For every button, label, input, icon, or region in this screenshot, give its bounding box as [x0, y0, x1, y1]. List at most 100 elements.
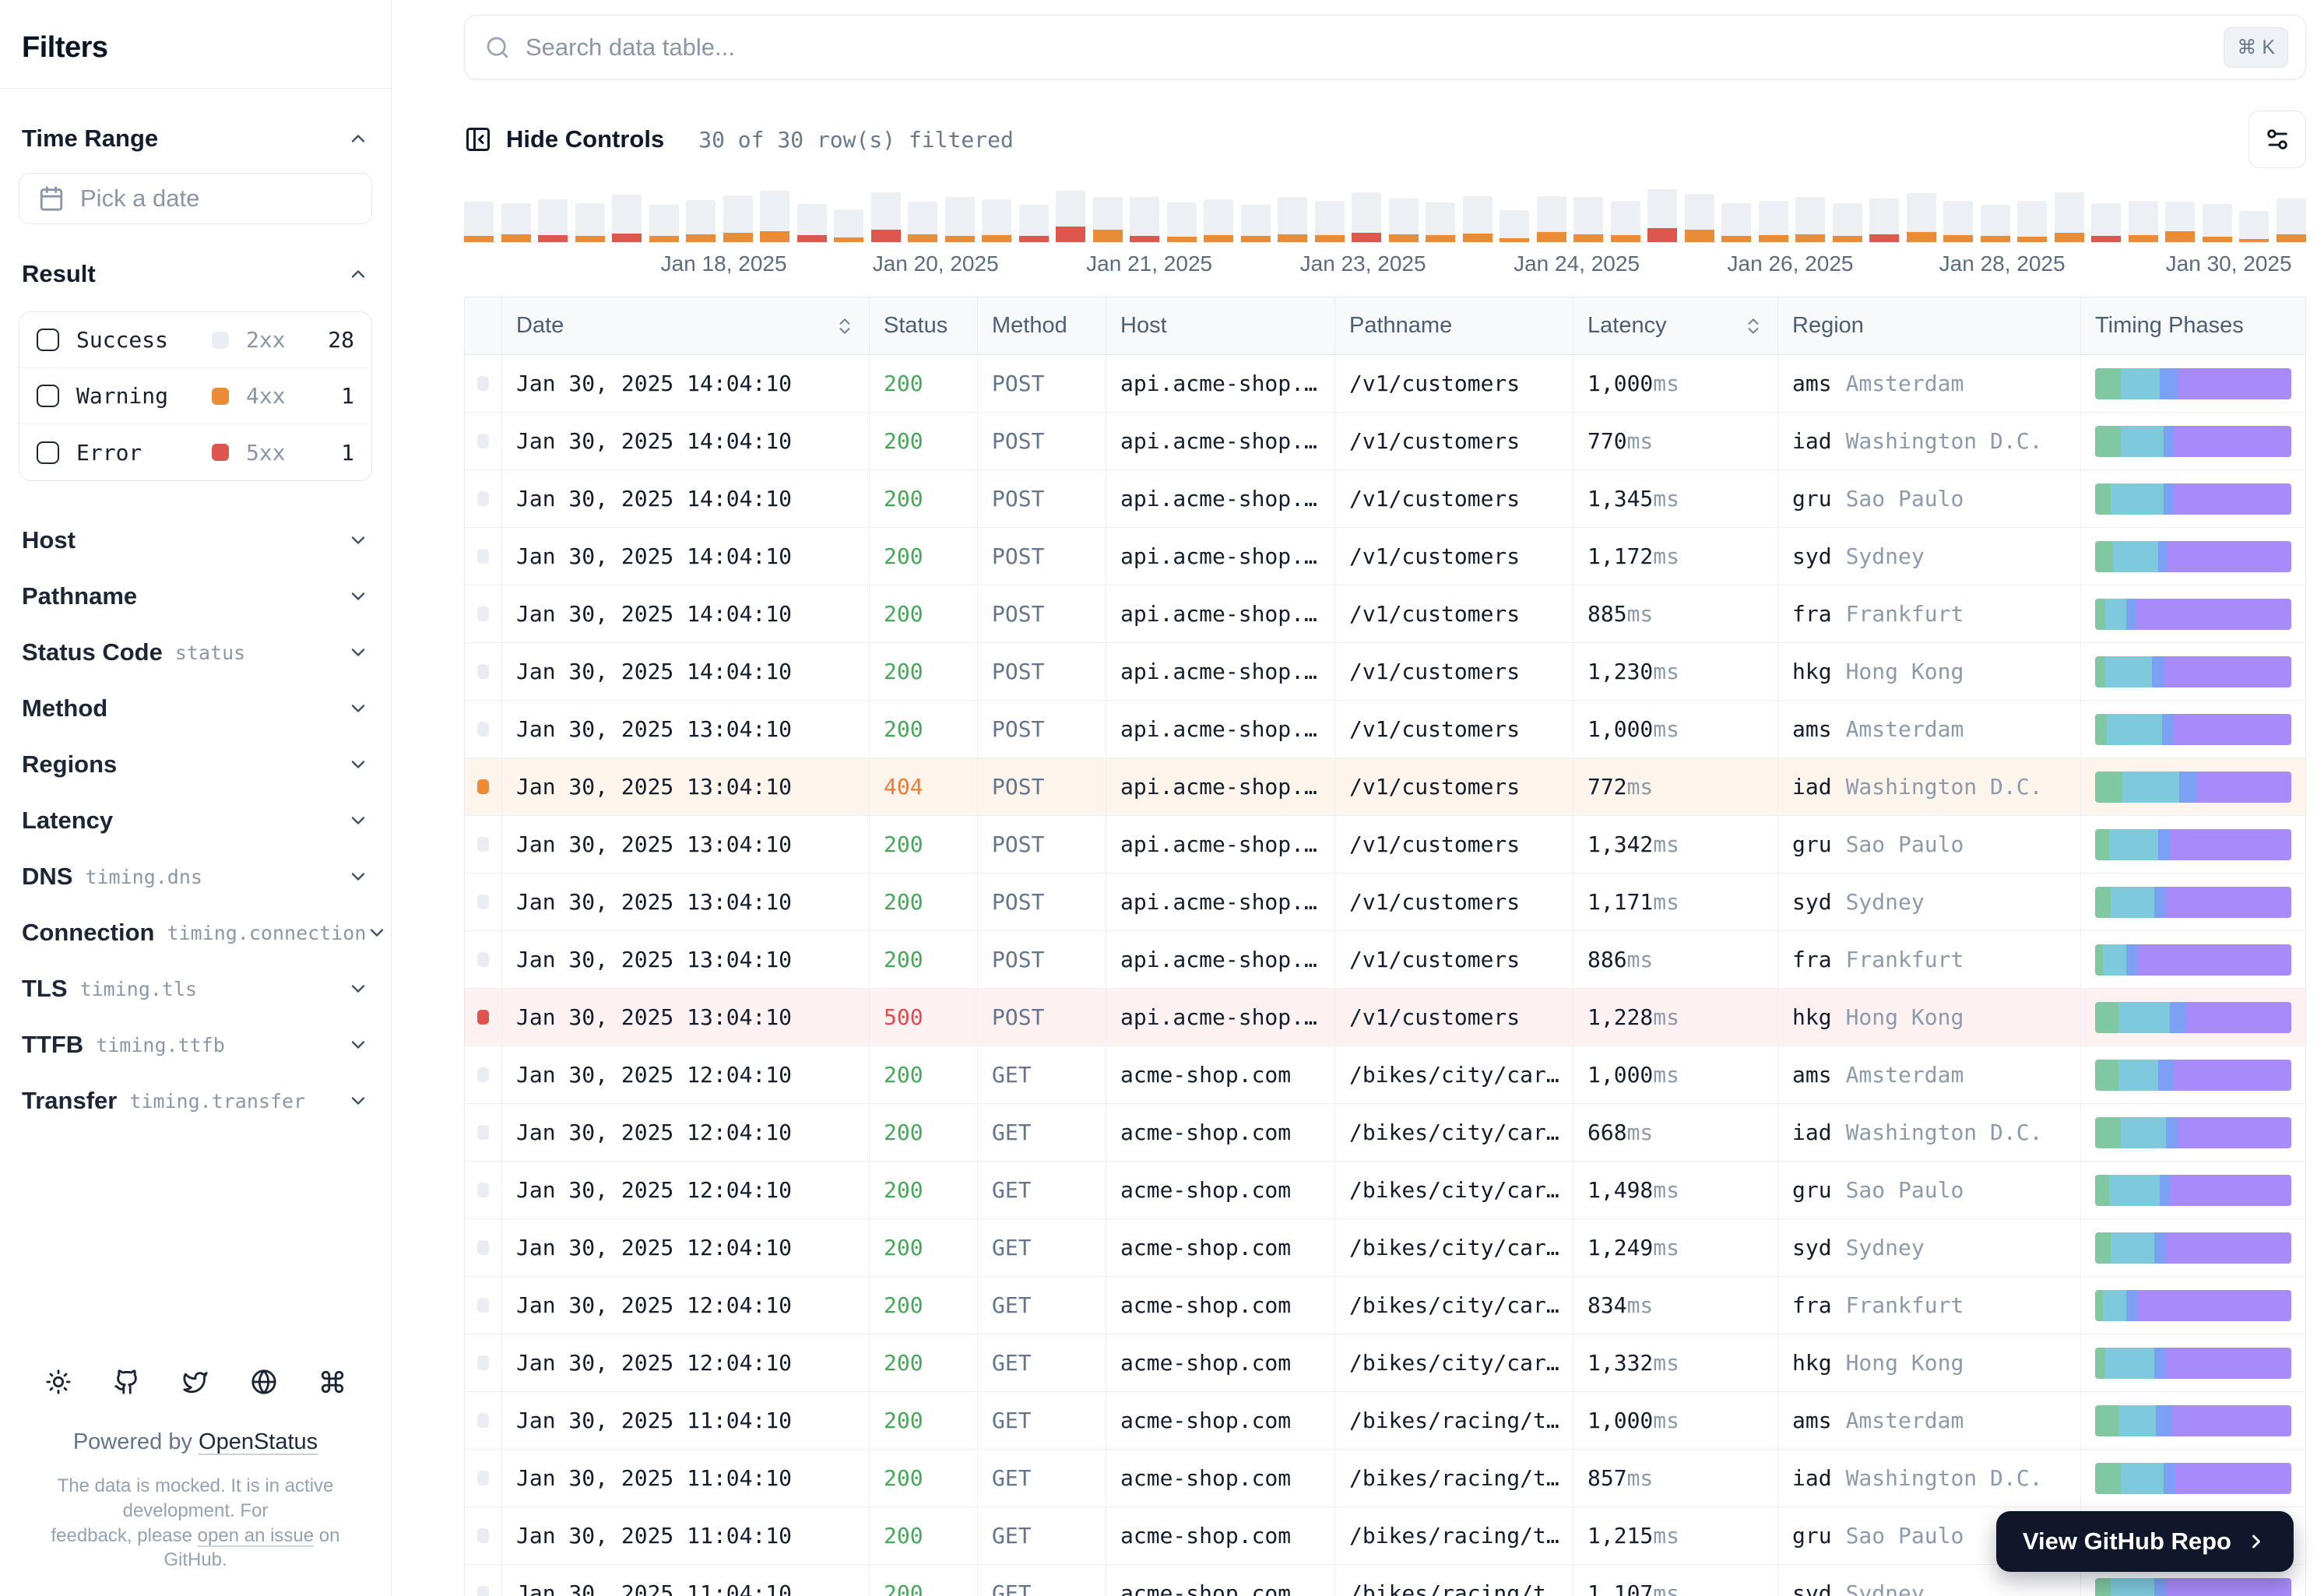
timeline-bar[interactable]	[1462, 196, 1493, 242]
row-status-indicator[interactable]	[477, 1471, 489, 1485]
row-status-indicator[interactable]	[477, 1355, 489, 1370]
timeline-bar[interactable]	[686, 200, 715, 242]
timeline-bar[interactable]	[501, 203, 531, 242]
row-select-cell[interactable]	[465, 528, 502, 585]
hide-controls-button[interactable]: Hide Controls	[464, 125, 664, 153]
row-select-cell[interactable]	[465, 1277, 502, 1334]
command-icon[interactable]	[319, 1369, 346, 1395]
filter-section-latency[interactable]: Latency	[19, 793, 372, 849]
timeline-bar[interactable]	[1056, 191, 1085, 242]
timeline-bar[interactable]	[1906, 193, 1936, 242]
row-select-cell[interactable]	[465, 1219, 502, 1276]
table-row[interactable]: Jan 30, 2025 12:04:10 200 GET acme-shop.com…	[465, 1219, 2305, 1277]
row-select-cell[interactable]	[465, 874, 502, 930]
row-select-cell[interactable]	[465, 585, 502, 642]
timeline-bar[interactable]	[908, 202, 937, 242]
table-row[interactable]: Jan 30, 2025 12:04:10 200 GET acme-shop.com…	[465, 1277, 2305, 1334]
timeline-bar[interactable]	[1166, 202, 1197, 242]
github-icon[interactable]	[114, 1369, 140, 1395]
row-status-indicator[interactable]	[477, 1413, 489, 1428]
table-row[interactable]: Jan 30, 2025 12:04:10 200 GET acme-shop.com…	[465, 1104, 2305, 1162]
timeline-bar[interactable]	[612, 195, 642, 242]
checkbox[interactable]	[37, 441, 59, 464]
row-status-indicator[interactable]	[477, 606, 489, 621]
table-row[interactable]: Jan 30, 2025 11:04:10 200 GET acme-shop.com…	[465, 1392, 2305, 1450]
timeline-bar[interactable]	[834, 209, 863, 242]
row-select-cell[interactable]	[465, 1507, 502, 1564]
timeline-bar[interactable]	[1943, 201, 1973, 242]
timeline-bar[interactable]	[1204, 199, 1233, 242]
row-status-indicator[interactable]	[477, 1183, 489, 1197]
filter-section-ttfb[interactable]: TTFB timing.ttfb	[19, 1017, 372, 1073]
timeline-bar[interactable]	[1314, 201, 1345, 242]
table-row[interactable]: Jan 30, 2025 14:04:10 200 POST api.acme-sho…	[465, 470, 2305, 528]
row-select-cell[interactable]	[465, 989, 502, 1046]
table-row[interactable]: Jan 30, 2025 14:04:10 200 POST api.acme-sho…	[465, 585, 2305, 643]
timeline-bar[interactable]	[944, 197, 975, 242]
timeline-bar[interactable]	[1130, 197, 1159, 242]
timeline-bar[interactable]	[1684, 194, 1714, 242]
openstatus-link[interactable]: OpenStatus	[199, 1429, 318, 1454]
filter-section-tls[interactable]: TLS timing.tls	[19, 961, 372, 1017]
twitter-icon[interactable]	[182, 1369, 209, 1395]
globe-icon[interactable]	[251, 1369, 277, 1395]
row-status-indicator[interactable]	[477, 664, 489, 679]
timeline-bar[interactable]	[1092, 197, 1123, 242]
result-option-error[interactable]: Error 5xx 1	[19, 424, 371, 480]
row-select-cell[interactable]	[465, 413, 502, 469]
filter-section-method[interactable]: Method	[19, 680, 372, 736]
row-status-indicator[interactable]	[477, 1010, 489, 1025]
row-status-indicator[interactable]	[477, 779, 489, 794]
view-settings-button[interactable]	[2248, 111, 2306, 168]
timeline-bar[interactable]	[1536, 196, 1566, 242]
checkbox[interactable]	[37, 329, 59, 351]
date-picker-input[interactable]: Pick a date	[19, 173, 372, 224]
filter-section-regions[interactable]: Regions	[19, 736, 372, 793]
row-status-indicator[interactable]	[477, 549, 489, 564]
timeline-bar[interactable]	[723, 195, 753, 242]
row-status-indicator[interactable]	[477, 434, 489, 448]
timeline-bar[interactable]	[575, 203, 605, 242]
timeline-bar[interactable]	[1832, 203, 1862, 242]
row-select-cell[interactable]	[465, 1565, 502, 1596]
row-status-indicator[interactable]	[477, 1240, 489, 1255]
row-status-indicator[interactable]	[477, 491, 489, 506]
filter-section-dns[interactable]: DNS timing.dns	[19, 849, 372, 905]
timeline-bar[interactable]	[1721, 203, 1751, 242]
section-result[interactable]: Result	[19, 224, 372, 308]
table-row[interactable]: Jan 30, 2025 13:04:10 200 POST api.acme-sho…	[465, 931, 2305, 989]
timeline-bar[interactable]	[760, 191, 789, 242]
timeline-bar[interactable]	[1610, 201, 1640, 242]
row-status-indicator[interactable]	[477, 1067, 489, 1082]
row-select-cell[interactable]	[465, 1392, 502, 1449]
table-row[interactable]: Jan 30, 2025 12:04:10 200 GET acme-shop.com…	[465, 1334, 2305, 1392]
row-select-cell[interactable]	[465, 1046, 502, 1103]
table-row[interactable]: Jan 30, 2025 14:04:10 200 POST api.acme-sho…	[465, 355, 2305, 413]
column-header-date[interactable]: Date	[502, 297, 870, 354]
timeline-bar[interactable]	[2276, 199, 2306, 242]
table-row[interactable]: Jan 30, 2025 13:04:10 500 POST api.acme-sho…	[465, 989, 2305, 1046]
row-status-indicator[interactable]	[477, 837, 489, 852]
timeline-bar[interactable]	[1758, 201, 1788, 242]
timeline-bar[interactable]	[2054, 192, 2084, 242]
timeline-bar[interactable]	[982, 199, 1011, 242]
row-select-cell[interactable]	[465, 1334, 502, 1391]
row-select-cell[interactable]	[465, 758, 502, 815]
table-row[interactable]: Jan 30, 2025 14:04:10 200 POST api.acme-sho…	[465, 413, 2305, 470]
view-github-repo-button[interactable]: View GitHub Repo	[1995, 1511, 2294, 1572]
timeline-bar[interactable]	[2165, 202, 2195, 242]
timeline-bar[interactable]	[1240, 205, 1271, 242]
section-time-range[interactable]: Time Range	[19, 89, 372, 173]
row-status-indicator[interactable]	[477, 376, 489, 391]
timeline-bar[interactable]	[1500, 210, 1529, 242]
timeline-bar[interactable]	[1352, 192, 1381, 242]
table-row[interactable]: Jan 30, 2025 13:04:10 200 POST api.acme-sho…	[465, 816, 2305, 874]
table-row[interactable]: Jan 30, 2025 13:04:10 200 POST api.acme-sho…	[465, 874, 2305, 931]
row-select-cell[interactable]	[465, 816, 502, 873]
timeline-bar[interactable]	[796, 204, 827, 242]
row-select-cell[interactable]	[465, 931, 502, 988]
row-select-cell[interactable]	[465, 1162, 502, 1218]
timeline-bar[interactable]	[2091, 203, 2121, 242]
result-option-warning[interactable]: Warning 4xx 1	[19, 368, 371, 424]
timeline-bar[interactable]	[1795, 197, 1825, 242]
